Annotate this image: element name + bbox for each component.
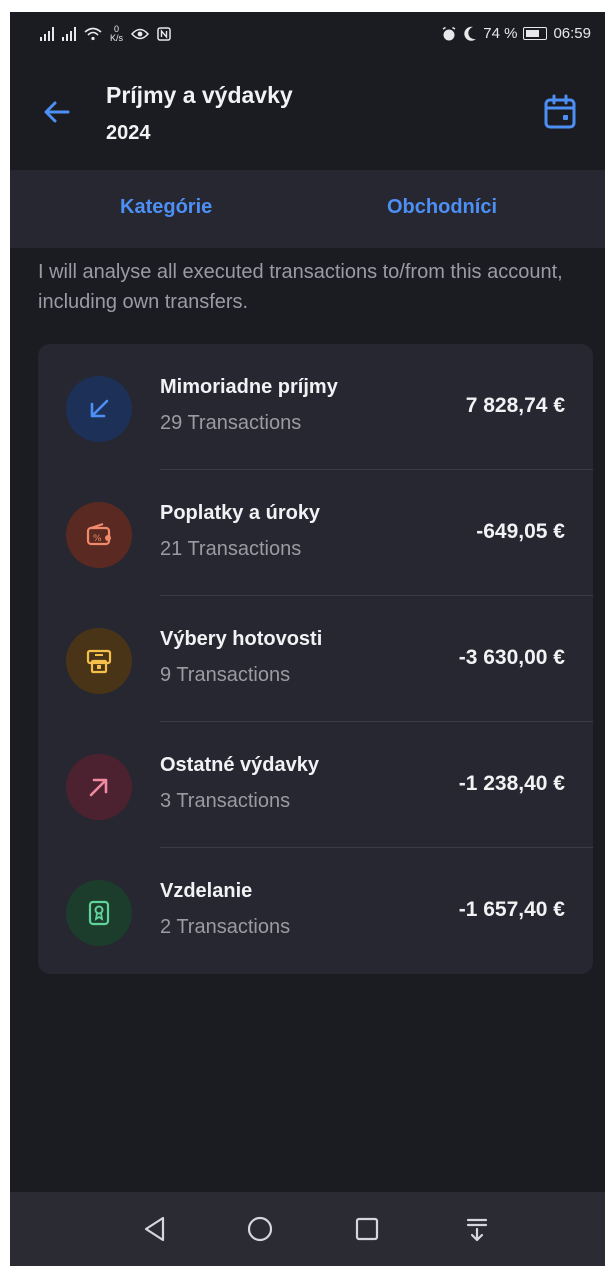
page-title: Príjmy a výdavky — [106, 82, 293, 108]
back-arrow-icon[interactable] — [40, 95, 74, 129]
category-amount: -3 630,00 € — [458, 646, 565, 669]
wallet-percent-icon: % — [66, 502, 132, 568]
page-subtitle-year: 2024 — [106, 122, 151, 144]
category-row[interactable]: Ostatné výdavky 3 Transactions -1 238,40… — [38, 722, 593, 848]
status-left: 0 K/s — [40, 25, 171, 43]
category-amount: 7 828,74 € — [465, 394, 565, 417]
category-count: 29 Transactions — [160, 412, 302, 434]
tab-categories[interactable]: Kategórie — [120, 196, 212, 219]
category-amount: -1 657,40 € — [458, 898, 565, 921]
category-count: 21 Transactions — [160, 538, 302, 560]
calendar-icon[interactable] — [543, 94, 577, 130]
net-speed: 0 K/s — [110, 25, 123, 43]
arrow-up-right-icon — [66, 754, 132, 820]
net-speed-unit: K/s — [110, 33, 124, 43]
category-name: Ostatné výdavky — [160, 754, 319, 776]
atm-icon — [66, 628, 132, 694]
status-right: 74 % 06:59 — [441, 25, 591, 42]
battery-percent: 74 % — [483, 25, 518, 42]
category-row[interactable]: Mimoriadne príjmy 29 Transactions 7 828,… — [38, 344, 593, 470]
nav-home-icon[interactable] — [243, 1212, 277, 1246]
tab-bar: Kategórie Obchodníci — [10, 170, 605, 248]
category-name: Vzdelanie — [160, 880, 253, 902]
svg-text:%: % — [93, 534, 102, 544]
phone-screen: 0 K/s 74 % 06:59 Príjmy a výdavky 2024 K… — [10, 12, 605, 1266]
category-amount: -649,05 € — [476, 520, 565, 543]
category-amount: -1 238,40 € — [458, 772, 565, 795]
category-count: 9 Transactions — [160, 664, 291, 686]
tab-merchants[interactable]: Obchodníci — [387, 196, 497, 219]
signal-icon — [40, 27, 54, 41]
category-count: 3 Transactions — [160, 790, 291, 812]
category-name: Mimoriadne príjmy — [160, 376, 338, 398]
system-nav-bar — [10, 1192, 605, 1266]
categories-list: Mimoriadne príjmy 29 Transactions 7 828,… — [38, 344, 593, 974]
category-row[interactable]: Vzdelanie 2 Transactions -1 657,40 € — [38, 848, 593, 974]
category-row[interactable]: % Poplatky a úroky 21 Transactions -649,… — [38, 470, 593, 596]
education-badge-icon — [66, 880, 132, 946]
category-name: Poplatky a úroky — [160, 502, 321, 524]
signal-icon-2 — [62, 27, 76, 41]
wifi-icon — [84, 27, 102, 41]
app-bar: Príjmy a výdavky 2024 — [10, 60, 605, 170]
battery-icon — [523, 27, 548, 40]
category-row[interactable]: Výbery hotovosti 9 Transactions -3 630,0… — [38, 596, 593, 722]
category-name: Výbery hotovosti — [160, 628, 323, 650]
nav-back-icon[interactable] — [138, 1212, 172, 1246]
moon-icon — [464, 26, 477, 41]
nav-recents-icon[interactable] — [350, 1212, 384, 1246]
description-text: I will analyse all executed transactions… — [38, 261, 563, 313]
nav-notifications-icon[interactable] — [460, 1212, 494, 1246]
alarm-icon — [442, 26, 456, 40]
category-count: 2 Transactions — [160, 916, 291, 938]
nfc-icon — [157, 27, 171, 41]
eye-icon — [131, 28, 150, 40]
status-bar: 0 K/s 74 % 06:59 — [10, 12, 605, 60]
clock: 06:59 — [553, 25, 591, 42]
arrow-down-left-icon — [66, 376, 132, 442]
